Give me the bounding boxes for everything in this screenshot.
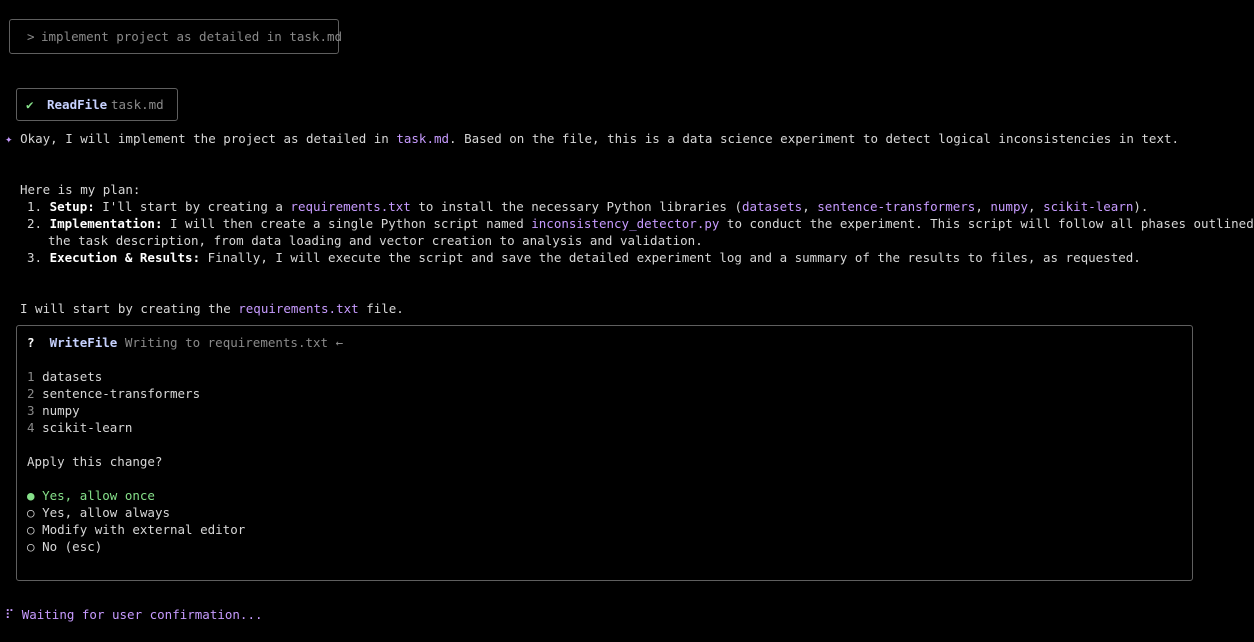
plan-heading: Here is my plan: [20,182,141,197]
code-line: 3 numpy [27,403,80,418]
plan-item-2-cont: the task description, from data loading … [48,233,703,248]
status-text: Waiting for user confirmation... [21,607,263,622]
plan-item-2: 2. Implementation: I will then create a … [27,216,1254,231]
option-no[interactable]: ○ No (esc) [27,538,102,555]
file-ref: requirements.txt [238,301,359,316]
apply-question: Apply this change? [27,454,163,469]
writefile-confirm-box: ? WriteFile Writing to requirements.txt … [16,325,1193,581]
plan-item-3: 3. Execution & Results: Finally, I will … [27,250,1141,265]
radio-icon: ○ [27,522,35,537]
file-ref: task.md [396,131,450,146]
intro-line: ✦ Okay, I will implement the project as … [5,131,1180,146]
writefile-tool-name: WriteFile [49,335,118,350]
prompt-text: implement project as detailed in task.md [41,29,343,44]
status-line: ⠏ Waiting for user confirmation... [5,606,263,623]
writefile-desc: Writing to requirements.txt [124,335,329,350]
sparkle-icon: ✦ [5,131,13,146]
start-line: I will start by creating the requirement… [20,301,404,316]
readfile-arg: task.md [111,97,164,112]
prompt-prefix: > [27,29,35,44]
spinner-icon: ⠏ [5,607,15,622]
readfile-tool-box: ✔ ReadFile task.md [16,88,178,121]
option-allow-always[interactable]: ○ Yes, allow always [27,504,170,521]
plan-item-1: 1. Setup: I'll start by creating a requi… [27,199,1149,214]
code-line: 1 datasets [27,369,103,384]
prompt-box[interactable]: > implement project as detailed in task.… [9,19,343,54]
option-allow-once[interactable]: ● Yes, allow once [27,487,155,504]
radio-icon: ○ [27,505,35,520]
writefile-header: ? WriteFile Writing to requirements.txt … [27,334,343,351]
radio-icon: ○ [27,539,35,554]
option-external-editor[interactable]: ○ Modify with external editor [27,521,245,538]
question-icon: ? [27,335,35,350]
code-line: 2 sentence-transformers [27,386,201,401]
radio-selected-icon: ● [27,488,35,503]
readfile-tool-name: ReadFile [47,97,108,112]
check-icon: ✔ [26,97,34,112]
arrow-left-icon: ← [335,335,344,350]
code-line: 4 scikit-learn [27,420,133,435]
